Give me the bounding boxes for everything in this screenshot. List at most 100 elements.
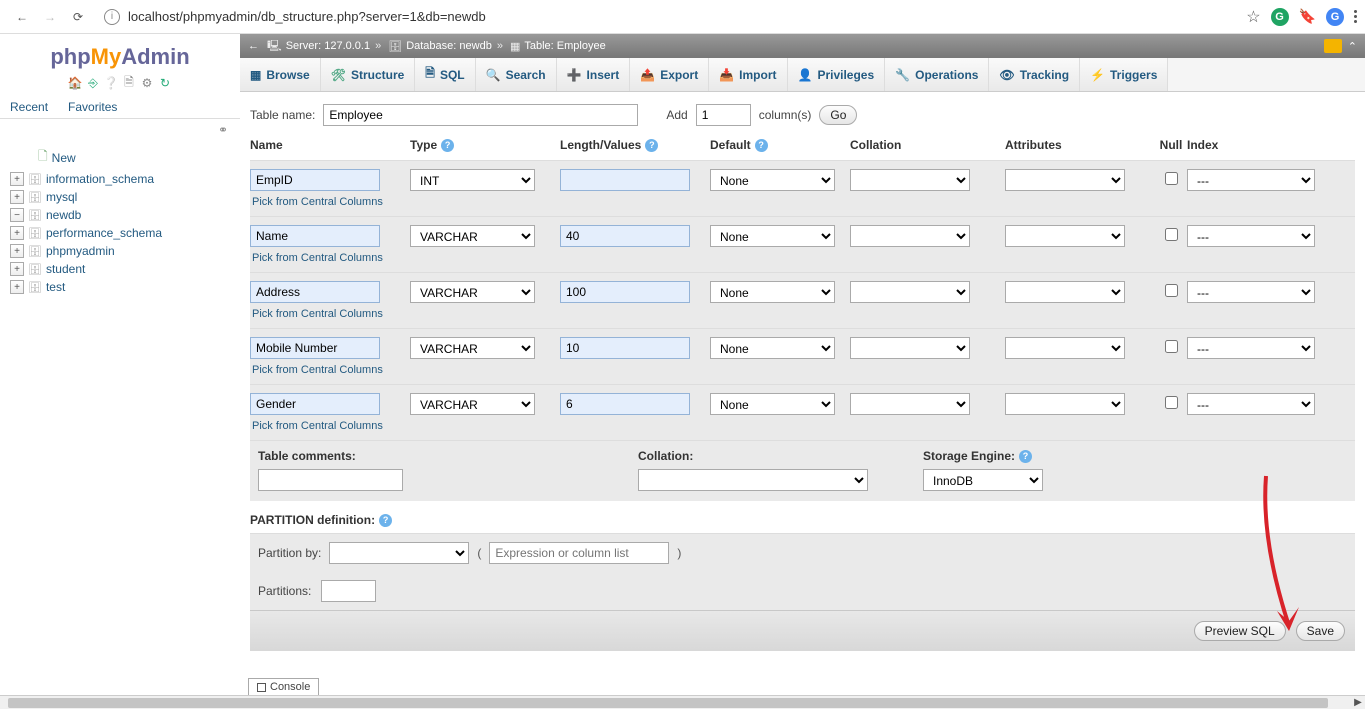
engine-select[interactable]: InnoDB [923,469,1043,491]
help-icon[interactable]: ? [755,139,768,152]
pick-central-columns-link[interactable]: Pick from Central Columns [250,417,1355,432]
tab-insert[interactable]: ➕Insert [557,58,631,91]
column-type-select[interactable]: VARCHAR [410,281,535,303]
pick-central-columns-link[interactable]: Pick from Central Columns [250,361,1355,376]
expand-icon[interactable]: + [10,226,24,240]
column-type-select[interactable]: INT [410,169,535,191]
expand-icon[interactable]: + [10,244,24,258]
forward-button[interactable]: → [38,5,62,29]
table-name-input[interactable] [323,104,638,126]
expand-icon[interactable]: + [10,190,24,204]
help-icon[interactable]: ? [1019,450,1032,463]
help-icon[interactable]: ? [645,139,658,152]
column-null-checkbox[interactable] [1165,284,1178,297]
column-attributes-select[interactable] [1005,225,1125,247]
column-attributes-select[interactable] [1005,281,1125,303]
column-index-select[interactable]: --- [1187,169,1315,191]
breadcrumb-table[interactable]: Table: Employee [524,40,605,52]
tab-tracking[interactable]: 👁Tracking [989,58,1080,91]
pick-central-columns-link[interactable]: Pick from Central Columns [250,249,1355,264]
tab-export[interactable]: 📤Export [630,58,709,91]
column-name-input[interactable] [250,281,380,303]
tree-db-information_schema[interactable]: +🗄information_schema [10,170,240,188]
bookmark-star-icon[interactable]: ☆ [1246,7,1260,27]
column-default-select[interactable]: None [710,281,835,303]
column-collation-select[interactable] [850,281,970,303]
column-null-checkbox[interactable] [1165,228,1178,241]
extension-bookmark-icon[interactable]: 🔖 [1299,8,1316,25]
tree-new[interactable]: 🗋 New [10,145,240,170]
phpmyadmin-logo[interactable]: phpMyAdmin [0,34,240,74]
column-length-input[interactable] [560,337,690,359]
tree-db-test[interactable]: +🗄test [10,278,240,296]
partition-expr-input[interactable] [489,542,669,564]
column-length-input[interactable] [560,169,690,191]
extension-grammarly-icon[interactable]: G [1271,8,1289,26]
column-index-select[interactable]: --- [1187,393,1315,415]
expand-icon[interactable]: + [10,262,24,276]
reload-button[interactable]: ⟳ [66,5,90,29]
tab-structure[interactable]: 🛠Structure [321,58,416,91]
column-collation-select[interactable] [850,225,970,247]
column-null-checkbox[interactable] [1165,396,1178,409]
tab-triggers[interactable]: ⚡Triggers [1080,58,1168,91]
preview-sql-button[interactable]: Preview SQL [1194,621,1286,641]
pick-central-columns-link[interactable]: Pick from Central Columns [250,305,1355,320]
tree-db-newdb[interactable]: −🗄newdb [10,206,240,224]
tree-db-student[interactable]: +🗄student [10,260,240,278]
column-name-input[interactable] [250,393,380,415]
column-default-select[interactable]: None [710,225,835,247]
home-icon[interactable]: 🏠 [68,76,82,90]
breadcrumb-back-icon[interactable]: ← [248,40,259,52]
add-columns-input[interactable] [696,104,751,126]
tab-favorites[interactable]: Favorites [58,96,127,118]
column-name-input[interactable] [250,169,380,191]
breadcrumb-database[interactable]: Database: newdb [406,40,492,52]
save-button[interactable]: Save [1296,621,1345,641]
column-index-select[interactable]: --- [1187,225,1315,247]
column-name-input[interactable] [250,225,380,247]
docs-icon[interactable]: ❔ [104,76,118,90]
help-icon[interactable]: ? [379,514,392,527]
column-name-input[interactable] [250,337,380,359]
pick-central-columns-link[interactable]: Pick from Central Columns [250,193,1355,208]
profile-avatar-icon[interactable]: G [1326,8,1344,26]
tree-db-mysql[interactable]: +🗄mysql [10,188,240,206]
column-attributes-select[interactable] [1005,337,1125,359]
tab-recent[interactable]: Recent [0,96,58,118]
column-collation-select[interactable] [850,393,970,415]
tab-import[interactable]: 📥Import [709,58,787,91]
horizontal-scrollbar[interactable]: ▶ [0,695,1365,709]
collapse-caret-icon[interactable]: ⌃ [1348,40,1357,53]
comments-input[interactable] [258,469,403,491]
column-type-select[interactable]: VARCHAR [410,225,535,247]
column-null-checkbox[interactable] [1165,340,1178,353]
tree-db-phpmyadmin[interactable]: +🗄phpmyadmin [10,242,240,260]
logout-icon[interactable]: ⎆ [86,76,100,90]
tab-browse[interactable]: ▦Browse [240,58,321,91]
address-bar[interactable]: i localhost/phpmyadmin/db_structure.php?… [98,9,1240,25]
column-index-select[interactable]: --- [1187,281,1315,303]
column-index-select[interactable]: --- [1187,337,1315,359]
column-length-input[interactable] [560,393,690,415]
column-attributes-select[interactable] [1005,393,1125,415]
collation-select[interactable] [638,469,868,491]
column-attributes-select[interactable] [1005,169,1125,191]
go-button[interactable]: Go [819,105,857,125]
partitions-input[interactable] [321,580,376,602]
console-tab[interactable]: Console [248,678,319,695]
settings-icon[interactable]: ⚙ [140,76,154,90]
reload-icon[interactable]: ↻ [158,76,172,90]
scrollbar-thumb[interactable] [8,698,1328,708]
tab-search[interactable]: 🔍Search [476,58,557,91]
column-default-select[interactable]: None [710,169,835,191]
column-default-select[interactable]: None [710,337,835,359]
info-icon[interactable]: i [104,9,120,25]
back-button[interactable]: ← [10,5,34,29]
sql-icon[interactable]: 🗎 [122,76,136,90]
tab-sql[interactable]: 🗎SQL [415,58,475,91]
help-icon[interactable]: ? [441,139,454,152]
partition-by-select[interactable] [329,542,469,564]
link-icon[interactable]: ⚭ [0,119,240,141]
column-null-checkbox[interactable] [1165,172,1178,185]
